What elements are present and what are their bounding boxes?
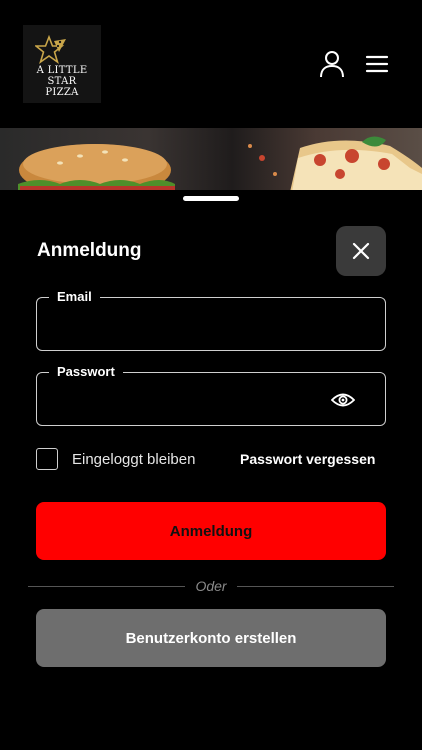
- star-pizza-logo-icon: [35, 35, 66, 64]
- sheet-grabber[interactable]: [183, 196, 239, 201]
- divider-line-left: [28, 586, 185, 587]
- logo-line-1: A LITTLE: [36, 65, 88, 76]
- email-input[interactable]: [55, 314, 339, 338]
- login-title: Anmeldung: [37, 240, 142, 261]
- remember-me-checkbox[interactable]: [36, 448, 58, 470]
- create-account-button[interactable]: Benutzerkonto erstellen: [36, 609, 386, 667]
- logo-line-2: STAR: [47, 76, 77, 87]
- divider-label: Oder: [195, 578, 227, 594]
- close-button[interactable]: [336, 226, 386, 276]
- logo-line-3: PIZZA: [45, 87, 79, 98]
- login-sheet: Anmeldung Email Passwort Eingeloggt blei…: [0, 190, 422, 750]
- close-icon: [352, 242, 370, 260]
- password-input[interactable]: [55, 389, 339, 413]
- login-button[interactable]: Anmeldung: [36, 502, 386, 560]
- eye-icon[interactable]: [331, 390, 355, 410]
- hamburger-menu-icon[interactable]: [364, 52, 390, 76]
- remember-me-label: Eingeloggt bleiben: [72, 451, 196, 468]
- brand-logo[interactable]: A LITTLE STAR PIZZA: [23, 25, 101, 103]
- food-banner-image: [0, 128, 422, 192]
- password-field[interactable]: Passwort: [36, 363, 386, 426]
- divider-line-right: [237, 586, 394, 587]
- food-illustration: [18, 136, 422, 192]
- app-header: A LITTLE STAR PIZZA: [0, 0, 422, 128]
- password-label: Passwort: [49, 363, 123, 381]
- email-label: Email: [49, 288, 100, 306]
- email-field[interactable]: Email: [36, 288, 386, 351]
- user-icon[interactable]: [318, 50, 346, 78]
- forgot-password-link[interactable]: Passwort vergessen: [240, 451, 375, 467]
- logo-wordmark: A LITTLE STAR PIZZA: [23, 65, 101, 98]
